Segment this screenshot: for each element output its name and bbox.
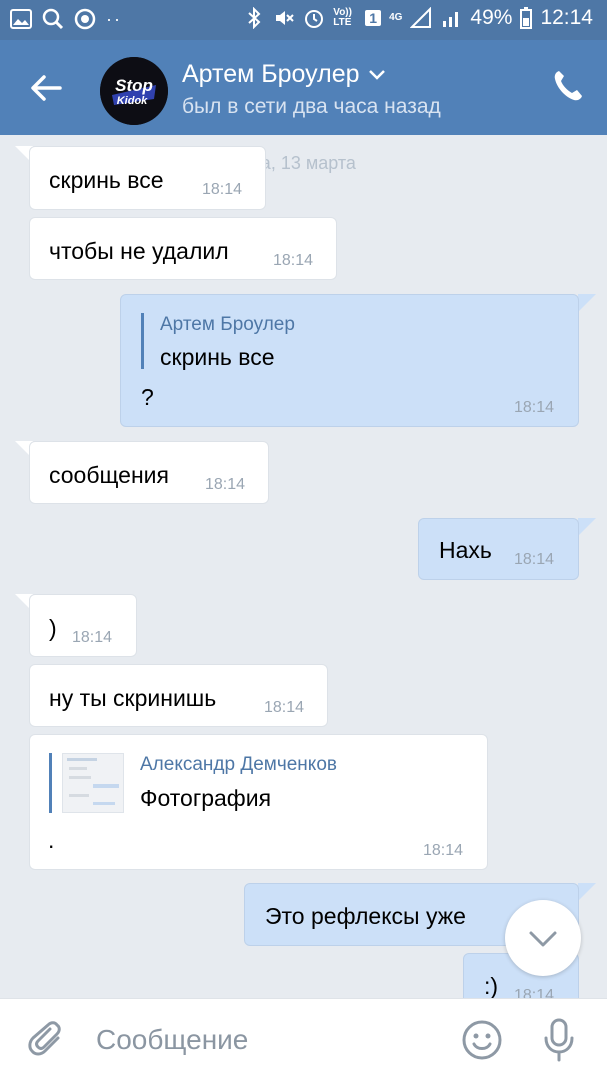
message-text: скринь все — [49, 167, 164, 193]
microphone-icon[interactable] — [541, 1017, 577, 1063]
phone-icon[interactable] — [551, 68, 585, 104]
sim-indicator: 1 — [365, 10, 382, 26]
search-icon — [42, 8, 64, 30]
network-type: 4G — [389, 12, 403, 23]
message-text: Это рефлексы уже — [265, 903, 466, 929]
message-input[interactable] — [96, 1021, 436, 1059]
clock: 12:14 — [540, 6, 593, 29]
message-time: 18:14 — [264, 699, 305, 716]
quote-bar — [49, 753, 52, 813]
quote-text: скринь все — [160, 344, 275, 370]
bubble-tail — [578, 883, 596, 901]
message-text: ? — [141, 384, 154, 410]
battery-percent: 49% — [470, 6, 513, 29]
contact-name: Артем Броулер — [182, 60, 360, 88]
avatar-logo: Stop Kidok — [100, 57, 168, 125]
message-incoming[interactable]: ) 18:14 — [29, 594, 137, 657]
scroll-to-bottom-button[interactable] — [505, 900, 581, 976]
bubble-tail — [578, 294, 596, 312]
message-text: сообщения — [49, 462, 169, 488]
message-text: ) — [49, 615, 57, 641]
more-notifications-icon: ·· — [106, 8, 122, 29]
message-time: 18:14 — [72, 629, 113, 646]
back-arrow-icon[interactable] — [28, 70, 64, 106]
message-outgoing[interactable]: Артем Броулер скринь все ? 18:14 — [120, 294, 579, 427]
message-incoming[interactable]: Александр Демченков Фотография . 18:14 — [29, 734, 488, 870]
message-time: 18:14 — [514, 551, 555, 568]
signal-icon — [410, 7, 432, 28]
message-incoming[interactable]: ну ты скринишь 18:14 — [29, 664, 328, 727]
message-text: Нахь — [439, 537, 492, 563]
quote-author[interactable]: Артем Броулер — [160, 314, 295, 336]
message-text: чтобы не удалил — [49, 238, 229, 264]
quote-text: Фотография — [140, 785, 272, 811]
message-text: :) — [484, 973, 499, 998]
sync-icon — [74, 8, 96, 30]
message-time: 18:14 — [273, 252, 314, 269]
quote-bar — [141, 313, 144, 369]
status-bar: ·· Vo)) LTE 1 4G 49% 12:14 — [0, 0, 607, 40]
status-bar-system: Vo)) LTE 1 4G 49% 12:14 — [243, 6, 593, 30]
emoji-icon[interactable] — [461, 1019, 503, 1061]
bluetooth-icon — [248, 7, 261, 29]
svg-text:Kidok: Kidok — [117, 95, 148, 107]
message-text: . — [48, 827, 55, 853]
alarm-icon — [305, 10, 324, 28]
message-incoming[interactable]: сообщения 18:14 — [29, 441, 269, 504]
message-time: 18:14 — [202, 181, 243, 198]
message-text: ну ты скринишь — [49, 685, 217, 711]
chat-header: Stop Kidok Артем Броулер был в сети два … — [0, 40, 607, 135]
photo-thumbnail[interactable] — [62, 753, 124, 813]
message-time: 18:14 — [514, 987, 555, 998]
photo-preview-icon — [67, 758, 119, 805]
message-list[interactable]: Вчера, 13 марта скринь все 18:14 чтобы н… — [0, 135, 607, 998]
chevron-down-icon — [368, 69, 385, 80]
contact-name-row[interactable]: Артем Броулер — [182, 60, 386, 89]
message-composer — [0, 998, 607, 1080]
battery-icon — [520, 7, 533, 29]
avatar[interactable]: Stop Kidok — [100, 57, 168, 125]
volte-indicator: Vo)) LTE — [333, 7, 352, 28]
paperclip-icon[interactable] — [28, 1021, 66, 1059]
contact-last-seen: был в сети два часа назад — [182, 95, 441, 118]
message-time: 18:14 — [423, 842, 464, 859]
signal-bars-icon — [443, 12, 459, 27]
message-time: 18:14 — [514, 399, 555, 416]
message-time: 18:14 — [205, 476, 246, 493]
gallery-icon — [10, 9, 32, 29]
bubble-tail — [578, 518, 596, 536]
message-incoming[interactable]: чтобы не удалил 18:14 — [29, 217, 337, 280]
message-incoming[interactable]: скринь все 18:14 — [29, 146, 266, 210]
quote-author[interactable]: Александр Демченков — [140, 754, 337, 776]
mute-icon — [276, 11, 294, 25]
status-bar-notifications: ·· — [10, 8, 122, 30]
svg-text:Stop: Stop — [115, 76, 153, 95]
message-outgoing[interactable]: Нахь 18:14 — [418, 518, 579, 580]
chevron-down-icon — [529, 931, 557, 947]
